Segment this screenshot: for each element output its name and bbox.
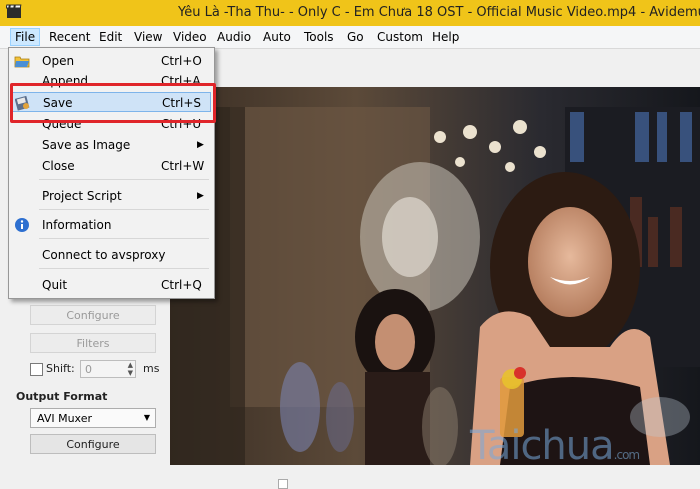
menu-separator: [39, 268, 209, 269]
watermark: Taichua.com: [470, 423, 640, 465]
menu-help[interactable]: Help: [428, 29, 463, 45]
menu-tools[interactable]: Tools: [300, 29, 338, 45]
video-preview[interactable]: Taichua.com: [170, 87, 700, 465]
menu-recent[interactable]: Recent: [45, 29, 94, 45]
menu-item-close[interactable]: Close Ctrl+W: [11, 156, 211, 176]
menu-item-quit[interactable]: Quit Ctrl+Q: [11, 275, 211, 295]
filters-button[interactable]: Filters: [30, 333, 156, 353]
menu-view[interactable]: View: [130, 29, 166, 45]
shift-checkbox[interactable]: [30, 363, 43, 376]
video-configure-button[interactable]: Configure: [30, 305, 156, 325]
shift-spinbox[interactable]: 0 ▲ ▼: [80, 360, 136, 378]
output-format-select[interactable]: AVI Muxer ▼: [30, 408, 156, 428]
menu-bar: File Recent Edit View Video Audio Auto T…: [0, 26, 700, 49]
video-frame-image: [170, 87, 700, 465]
submenu-arrow-icon: ▶: [197, 191, 204, 201]
menu-edit[interactable]: Edit: [95, 29, 126, 45]
submenu-arrow-icon: ▶: [197, 140, 204, 150]
watermark-text: Taichua: [470, 423, 615, 465]
chevron-down-icon: ▼: [143, 413, 150, 422]
spin-down-icon[interactable]: ▼: [128, 369, 133, 377]
spin-up-icon[interactable]: ▲: [128, 361, 133, 369]
window-title: Yêu Là -Tha Thu- - Only C - Em Chưa 18 O…: [178, 5, 700, 20]
output-format-heading: Output Format: [16, 390, 108, 403]
title-bar: Yêu Là -Tha Thu- - Only C - Em Chưa 18 O…: [0, 0, 700, 27]
menu-item-project-script[interactable]: Project Script ▶: [11, 186, 211, 206]
shift-label: Shift:: [46, 362, 75, 375]
navigation-bar: [170, 465, 700, 489]
menu-auto[interactable]: Auto: [259, 29, 295, 45]
watermark-tld: .com: [613, 448, 640, 462]
menu-item-save-as-image[interactable]: Save as Image ▶: [11, 135, 211, 155]
menu-go[interactable]: Go: [343, 29, 368, 45]
menu-item-connect-avsproxy[interactable]: Connect to avsproxy: [11, 245, 211, 265]
output-format-value: AVI Muxer: [37, 412, 93, 425]
menu-separator: [39, 209, 209, 210]
open-folder-icon: [14, 53, 30, 69]
shift-unit: ms: [143, 362, 160, 375]
menu-custom[interactable]: Custom: [373, 29, 427, 45]
info-icon: [14, 217, 30, 233]
menu-item-open[interactable]: Open Ctrl+O: [11, 51, 211, 71]
shift-value: 0: [85, 363, 92, 376]
save-highlight-annotation: [10, 83, 216, 123]
menu-item-information[interactable]: Information: [11, 215, 211, 235]
output-configure-button[interactable]: Configure: [30, 434, 156, 454]
menu-separator: [39, 179, 209, 180]
menu-file[interactable]: File: [10, 28, 41, 46]
menu-audio[interactable]: Audio: [213, 29, 255, 45]
avidemux-app-icon[interactable]: [5, 4, 22, 20]
menu-separator: [39, 238, 209, 239]
menu-video[interactable]: Video: [169, 29, 211, 45]
